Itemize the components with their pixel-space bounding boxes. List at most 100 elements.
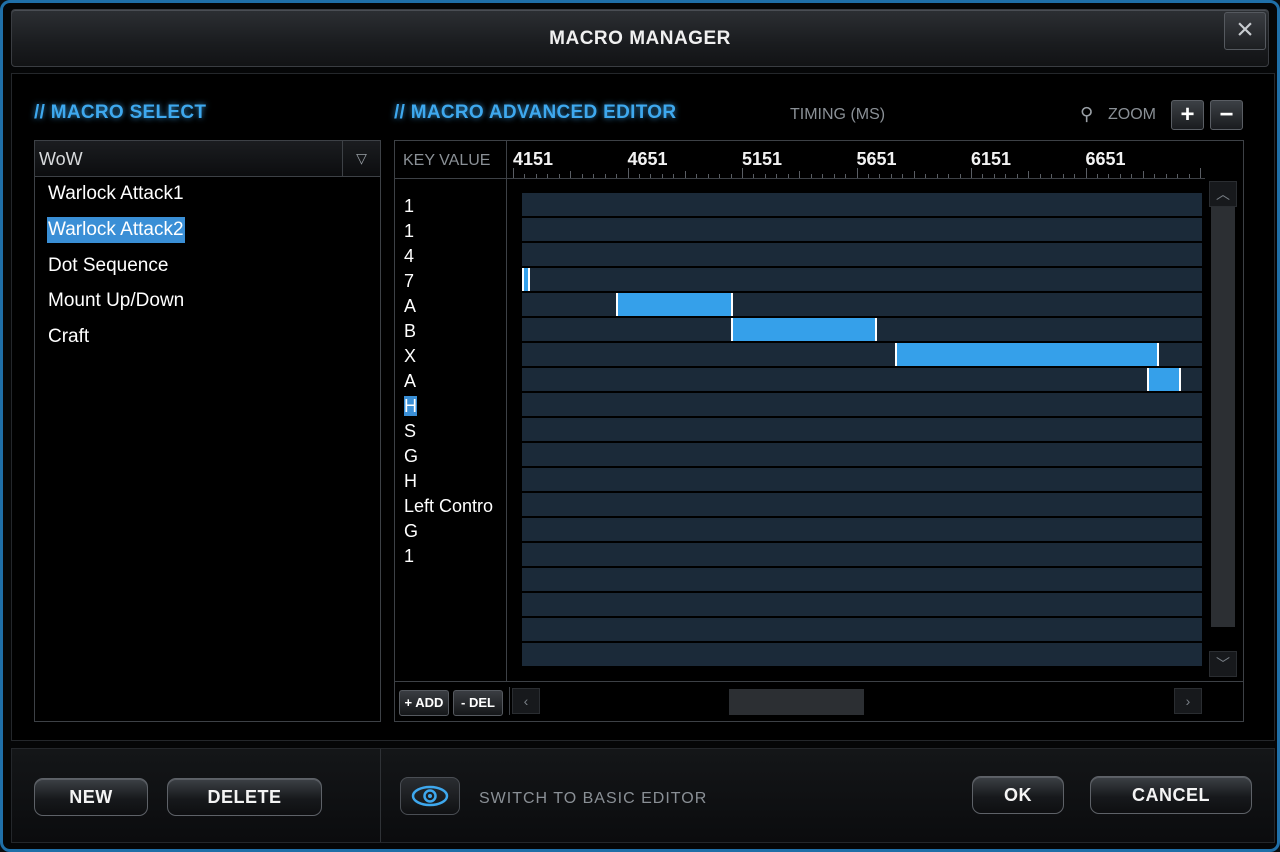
timeline-row[interactable] — [522, 218, 1202, 241]
ruler-tick — [638, 174, 640, 178]
key-event-bar[interactable] — [1147, 368, 1181, 391]
timeline-row[interactable] — [522, 193, 1202, 216]
timeline-row[interactable] — [522, 643, 1202, 666]
key-value-item[interactable]: Left Contro — [404, 495, 493, 517]
timeline-row[interactable] — [522, 393, 1202, 416]
ruler-tick-label: 4151 — [513, 149, 554, 169]
key-event-bar[interactable] — [730, 318, 878, 341]
timeline-row[interactable] — [522, 443, 1202, 466]
macro-list-item[interactable]: Dot Sequence — [47, 253, 185, 289]
ruler-tick — [879, 174, 881, 178]
ruler-tick-label: 5651 — [856, 149, 897, 169]
main-area: // MACRO SELECT WoW ▽ Warlock Attack1 War… — [11, 73, 1275, 741]
ruler-tick — [1142, 171, 1144, 178]
key-value-label: 1 — [404, 221, 415, 241]
ruler-tick — [776, 174, 778, 178]
vertical-scrollbar[interactable]: ︿ ﹀ — [1209, 181, 1237, 681]
zoom-out-button[interactable]: − — [1210, 100, 1243, 130]
key-value-item[interactable]: 1 — [404, 195, 414, 217]
ruler-tick — [971, 168, 972, 178]
ruler-tick — [845, 174, 847, 178]
timeline-row[interactable] — [522, 368, 1202, 391]
ruler-tick — [1154, 174, 1156, 178]
timeline-row[interactable] — [522, 468, 1202, 491]
ruler-tick — [707, 174, 709, 178]
key-value-item[interactable]: 1 — [404, 220, 414, 242]
delete-key-button[interactable]: - DEL — [453, 690, 503, 716]
timeline-grid[interactable] — [522, 193, 1202, 667]
key-value-label: A — [404, 296, 417, 316]
ruler-tick — [1108, 174, 1110, 178]
macro-list-item[interactable]: Craft — [47, 324, 185, 360]
timeline-row[interactable] — [522, 568, 1202, 591]
ok-button[interactable]: OK — [972, 776, 1064, 814]
key-value-item[interactable]: 7 — [404, 270, 414, 292]
key-value-item[interactable]: 1 — [404, 545, 414, 567]
key-value-label: B — [404, 321, 417, 341]
macro-list-item[interactable]: Mount Up/Down — [47, 288, 185, 324]
ruler-tick — [627, 168, 629, 178]
ruler-tick — [742, 168, 743, 178]
zoom-in-button[interactable]: + — [1171, 100, 1204, 130]
key-value-item[interactable]: A — [404, 295, 416, 317]
key-value-item[interactable]: H — [404, 470, 417, 492]
add-key-button[interactable]: + ADD — [399, 690, 449, 716]
key-event-bar[interactable] — [616, 293, 733, 316]
vertical-scroll-thumb[interactable] — [1211, 207, 1235, 627]
ruler-tick — [753, 174, 755, 178]
ruler-tick — [650, 174, 652, 178]
ruler-tick — [959, 174, 961, 178]
key-event-bar[interactable] — [895, 343, 1159, 366]
key-value-item[interactable]: H — [404, 395, 417, 417]
timeline-row[interactable] — [522, 518, 1202, 541]
chevron-down-icon[interactable]: ▽ — [342, 141, 380, 176]
timeline-row[interactable] — [522, 243, 1202, 266]
timeline-row[interactable] — [522, 543, 1202, 566]
ruler-tick — [1085, 168, 1087, 178]
timeline-row[interactable] — [522, 493, 1202, 516]
eye-icon — [411, 785, 449, 807]
chevron-right-icon[interactable]: › — [1174, 688, 1202, 714]
key-value-item[interactable]: S — [404, 420, 416, 442]
key-value-item[interactable]: A — [404, 370, 416, 392]
ruler-tick — [524, 174, 526, 178]
switch-editor-button[interactable] — [400, 777, 460, 815]
timeline-row[interactable] — [522, 268, 1202, 291]
new-button[interactable]: NEW — [34, 778, 148, 816]
ruler-tick — [719, 174, 721, 178]
key-value-header: KEY VALUE — [395, 141, 507, 179]
macro-group-value: WoW — [39, 149, 83, 169]
key-value-item[interactable]: X — [404, 345, 416, 367]
cancel-button[interactable]: CANCEL — [1090, 776, 1252, 814]
timeline-row[interactable] — [522, 593, 1202, 616]
horizontal-scroll-thumb[interactable] — [729, 689, 864, 715]
ruler-tick — [982, 174, 984, 178]
key-value-item[interactable]: B — [404, 320, 416, 342]
chevron-left-icon[interactable]: ‹ — [512, 688, 540, 714]
timeline-row[interactable] — [522, 618, 1202, 641]
horizontal-scrollbar[interactable]: ‹ › — [509, 687, 1205, 715]
chevron-down-icon[interactable]: ﹀ — [1209, 651, 1237, 677]
macro-list-item[interactable]: Warlock Attack1 — [47, 181, 185, 217]
macro-list-item-label: Dot Sequence — [48, 254, 169, 276]
macro-group-dropdown[interactable]: WoW ▽ — [35, 141, 380, 177]
close-icon[interactable]: × — [1224, 12, 1266, 50]
ruler-tick — [1039, 174, 1041, 178]
key-value-label: 7 — [404, 271, 415, 291]
key-event-bar[interactable] — [522, 268, 530, 291]
ruler-tick — [856, 168, 858, 178]
macro-list-item[interactable]: Warlock Attack2 — [47, 216, 185, 253]
ruler-tick — [1200, 168, 1201, 178]
editor-bottom-bar: + ADD - DEL ‹ › — [395, 681, 1243, 721]
key-value-item[interactable]: G — [404, 520, 418, 542]
key-value-item[interactable]: G — [404, 445, 418, 467]
timeline-row[interactable] — [522, 418, 1202, 441]
ruler-tick — [867, 174, 869, 178]
chevron-up-icon[interactable]: ︿ — [1209, 181, 1237, 207]
key-value-item[interactable]: 4 — [404, 245, 414, 267]
macro-list-item-label: Warlock Attack1 — [48, 183, 184, 204]
ruler-tick — [1131, 174, 1133, 178]
ruler-tick — [890, 174, 892, 178]
delete-button[interactable]: DELETE — [167, 778, 322, 816]
ruler-tick — [902, 174, 904, 178]
